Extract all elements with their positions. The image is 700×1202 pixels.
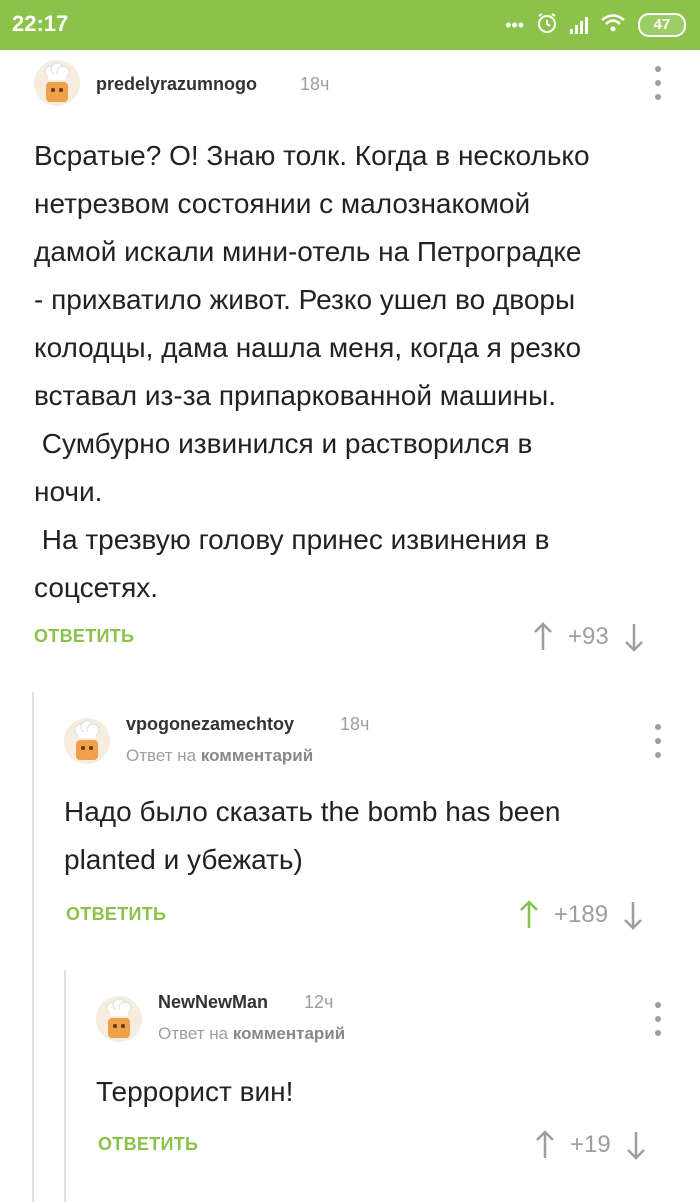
- chef-avatar-icon: [96, 996, 142, 1042]
- comment-body: Всратые? О! Знаю толк. Когда в несколько…: [34, 140, 590, 603]
- avatar[interactable]: [96, 996, 142, 1042]
- vote-score: +19: [570, 1131, 611, 1158]
- comment-author[interactable]: predelyrazumnogo: [96, 74, 257, 95]
- upvote-arrow-icon[interactable]: [518, 900, 540, 930]
- alarm-icon: [536, 12, 558, 39]
- vote-score: +189: [554, 901, 609, 928]
- vote-controls: +19: [534, 1128, 647, 1162]
- status-bar: 22:17 ••• 47: [0, 0, 700, 50]
- comment-time: 18ч: [340, 714, 370, 734]
- more-options-icon[interactable]: [654, 66, 662, 100]
- vote-score: +93: [568, 623, 609, 650]
- avatar[interactable]: [64, 718, 110, 764]
- comment-time: 12ч: [304, 992, 334, 1012]
- notification-dots-icon: •••: [505, 14, 524, 35]
- downvote-arrow-icon[interactable]: [623, 622, 645, 652]
- comment-time: 18ч: [300, 74, 330, 94]
- comment-body: Надо было сказать the bomb has been plan…: [64, 796, 561, 875]
- reply-to-prefix: Ответ на: [158, 1024, 229, 1043]
- vote-controls: +93: [532, 620, 645, 654]
- comment: predelyrazumnogo 18ч Всратые? О! Знаю то…: [0, 50, 700, 670]
- downvote-arrow-icon[interactable]: [625, 1130, 647, 1160]
- battery-icon: 47: [638, 13, 686, 37]
- reply-to-prefix: Ответ на: [126, 746, 197, 765]
- reply-to-info: Ответ на комментарий: [158, 1024, 345, 1044]
- chef-avatar-icon: [34, 60, 80, 106]
- chef-avatar-icon: [64, 718, 110, 764]
- vote-controls: +189: [518, 898, 644, 932]
- comment-author[interactable]: vpogonezamechtoy: [126, 714, 294, 735]
- avatar[interactable]: [34, 60, 80, 106]
- comment-body: Террорист вин!: [96, 1076, 294, 1107]
- signal-icon: [570, 16, 588, 34]
- more-options-icon[interactable]: [654, 724, 662, 758]
- status-icons: ••• 47: [505, 10, 686, 40]
- reply-button[interactable]: ОТВЕТИТЬ: [34, 626, 134, 647]
- downvote-arrow-icon[interactable]: [622, 900, 644, 930]
- upvote-arrow-icon[interactable]: [534, 1130, 556, 1160]
- comment: NewNewMan 12ч Ответ на комментарий Терро…: [0, 980, 700, 1180]
- upvote-arrow-icon[interactable]: [532, 622, 554, 652]
- comment: vpogonezamechtoy 18ч Ответ на комментари…: [0, 700, 700, 950]
- comment-author[interactable]: NewNewMan: [158, 992, 268, 1013]
- reply-to-link[interactable]: комментарий: [201, 746, 313, 765]
- status-time: 22:17: [12, 11, 69, 36]
- more-options-icon[interactable]: [654, 1002, 662, 1036]
- reply-button[interactable]: ОТВЕТИТЬ: [66, 904, 166, 925]
- reply-to-info: Ответ на комментарий: [126, 746, 313, 766]
- reply-button[interactable]: ОТВЕТИТЬ: [98, 1134, 198, 1155]
- reply-to-link[interactable]: комментарий: [233, 1024, 345, 1043]
- wifi-icon: [600, 13, 626, 38]
